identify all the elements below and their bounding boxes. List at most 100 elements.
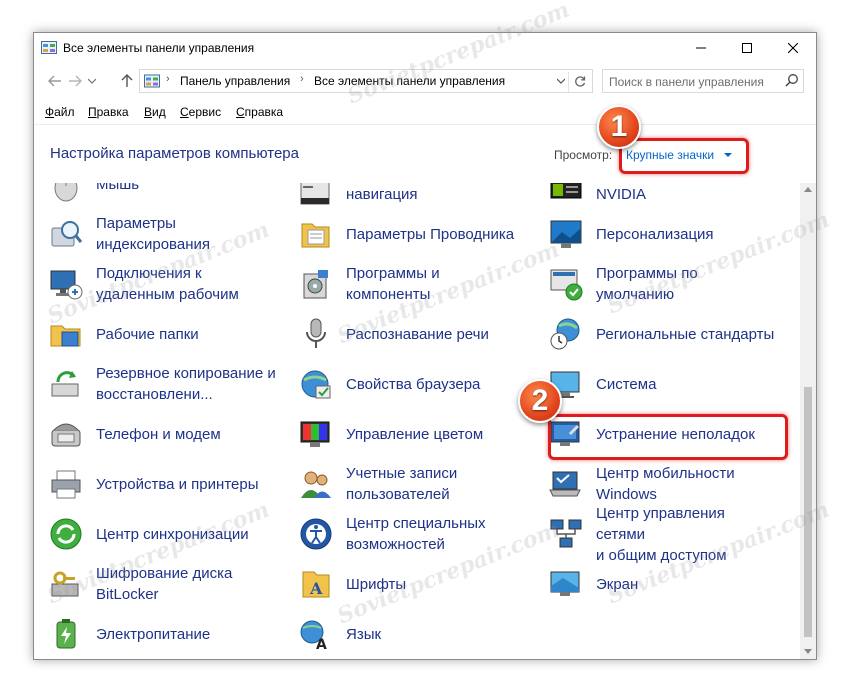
chevron-down-icon	[557, 78, 565, 84]
control-panel-window: Все элементы панели управления › Панель …	[33, 32, 817, 660]
item-label: Подключения к удаленным рабочим	[96, 265, 239, 303]
remote-desktop-icon	[50, 270, 83, 300]
item-region[interactable]: Региональные стандарты	[534, 311, 774, 357]
item-programs-features[interactable]: Программы и компоненты	[284, 261, 524, 307]
item-network-center[interactable]: Центр управления сетями и общим доступом	[534, 505, 774, 564]
chevron-down-icon	[88, 78, 96, 84]
view-label: Просмотр:	[554, 148, 613, 162]
breadcrumb-all-items[interactable]: Все элементы панели управления	[314, 74, 505, 88]
search-input[interactable]	[607, 72, 781, 92]
item-display[interactable]: Экран	[534, 561, 774, 607]
display-icon	[550, 571, 580, 596]
title-bar[interactable]: Все элементы панели управления	[34, 33, 816, 63]
up-button[interactable]	[118, 72, 136, 90]
item-devices-printers[interactable]: Устройства и принтеры	[34, 461, 274, 507]
bitlocker-icon	[51, 571, 79, 597]
menu-view[interactable]: Вид	[144, 105, 166, 119]
indexing-icon	[51, 221, 83, 247]
close-button[interactable]	[770, 33, 816, 63]
item-label: Управление цветом	[346, 425, 484, 443]
item-sync-center[interactable]: Центр синхронизации	[34, 511, 274, 557]
item-label: Язык	[346, 625, 382, 643]
nvidia-icon	[550, 183, 582, 199]
menu-divider	[34, 124, 816, 125]
vertical-scrollbar[interactable]	[800, 183, 816, 659]
item-speech-recognition[interactable]: Распознавание речи	[284, 311, 524, 357]
item-label: Устройства и принтеры	[96, 475, 259, 493]
minimize-button[interactable]	[678, 33, 724, 63]
callout-2: 2	[518, 379, 562, 423]
item-language[interactable]: A Язык	[284, 611, 524, 657]
item-remote-desktop[interactable]: Подключения к удаленным рабочим	[34, 261, 274, 307]
item-label: Учетные записи пользователей	[346, 465, 458, 503]
item-label: Шифрование диска BitLocker	[96, 565, 233, 603]
item-power-options[interactable]: Электропитание	[34, 611, 274, 657]
printer-icon	[51, 470, 81, 499]
scroll-down-icon[interactable]	[804, 649, 812, 654]
mouse-icon	[54, 183, 78, 202]
control-panel-icon	[41, 41, 57, 54]
user-accounts-icon	[301, 471, 331, 498]
page-title: Настройка параметров компьютера	[50, 145, 299, 162]
item-personalization[interactable]: Персонализация	[534, 211, 774, 257]
item-label: Свойства браузера	[346, 375, 481, 393]
callout-1: 1	[597, 105, 641, 149]
item-label: Центр синхронизации	[96, 525, 249, 543]
search-box[interactable]	[602, 69, 804, 93]
item-default-programs[interactable]: Программы по умолчанию	[534, 261, 774, 307]
fonts-icon: A	[302, 571, 330, 598]
item-internet-options[interactable]: Свойства браузера	[284, 361, 524, 407]
close-icon	[788, 43, 798, 53]
menu-tools[interactable]: Сервис	[180, 105, 221, 119]
back-button[interactable]	[46, 72, 64, 90]
svg-text:A: A	[309, 579, 323, 598]
address-row: › Панель управления › Все элементы панел…	[34, 67, 816, 95]
item-label: Программы по умолчанию	[596, 265, 698, 303]
address-bar[interactable]: › Панель управления › Все элементы панел…	[139, 69, 593, 93]
forward-button[interactable]	[66, 72, 84, 90]
menu-help[interactable]: Справка	[236, 105, 283, 119]
minimize-icon	[696, 47, 706, 49]
default-programs-icon	[550, 269, 583, 301]
item-label: Параметры индексирования	[96, 215, 210, 253]
item-phone-modem[interactable]: Телефон и модем	[34, 411, 274, 457]
item-work-folders[interactable]: Рабочие папки	[34, 311, 274, 357]
item-backup-restore[interactable]: Резервное копирование и восстановлени...	[34, 361, 276, 407]
item-system[interactable]: Система	[534, 361, 774, 407]
item-user-accounts[interactable]: Учетные записи пользователей	[284, 461, 524, 507]
accessibility-icon	[300, 518, 332, 550]
maximize-icon	[742, 43, 752, 53]
item-indexing-options[interactable]: Параметры индексирования	[34, 211, 274, 257]
svg-text:A: A	[316, 637, 327, 652]
item-label: Распознавание речи	[346, 325, 489, 343]
breadcrumb-separator-icon: ›	[300, 73, 304, 85]
item-label: Система	[596, 375, 657, 393]
scroll-up-icon[interactable]	[804, 187, 812, 192]
explorer-options-icon	[301, 223, 330, 248]
item-label: Центр мобильности Windows	[596, 465, 735, 503]
network-center-icon	[550, 519, 582, 548]
item-label: Шрифты	[346, 575, 407, 593]
refresh-icon	[575, 76, 586, 87]
scrollbar-thumb[interactable]	[804, 387, 812, 637]
recent-locations-button[interactable]	[86, 72, 98, 90]
item-label: Программы и компоненты	[346, 265, 440, 303]
maximize-button[interactable]	[724, 33, 770, 63]
item-label: Резервное копирование и восстановлени...	[96, 365, 276, 403]
menu-file[interactable]: Файл	[45, 105, 75, 119]
taskbar-icon	[300, 183, 330, 205]
item-label: Телефон и модем	[96, 425, 221, 443]
item-ease-of-access[interactable]: Центр специальных возможностей	[284, 511, 524, 557]
item-fonts[interactable]: A Шрифты	[284, 561, 524, 607]
refresh-button[interactable]	[568, 72, 591, 92]
item-color-management[interactable]: Управление цветом	[284, 411, 524, 457]
item-bitlocker[interactable]: Шифрование диска BitLocker	[34, 561, 274, 607]
breadcrumb-control-panel[interactable]: Панель управления	[180, 74, 290, 88]
personalization-icon	[550, 220, 582, 248]
item-mobility-center[interactable]: Центр мобильности Windows	[534, 461, 774, 507]
up-arrow-icon	[121, 74, 133, 87]
item-mouse[interactable]: Мышь	[34, 183, 274, 207]
item-explorer-options[interactable]: Параметры Проводника	[284, 211, 524, 257]
menu-edit[interactable]: Правка	[88, 105, 129, 119]
item-label: Региональные стандарты	[596, 325, 775, 343]
